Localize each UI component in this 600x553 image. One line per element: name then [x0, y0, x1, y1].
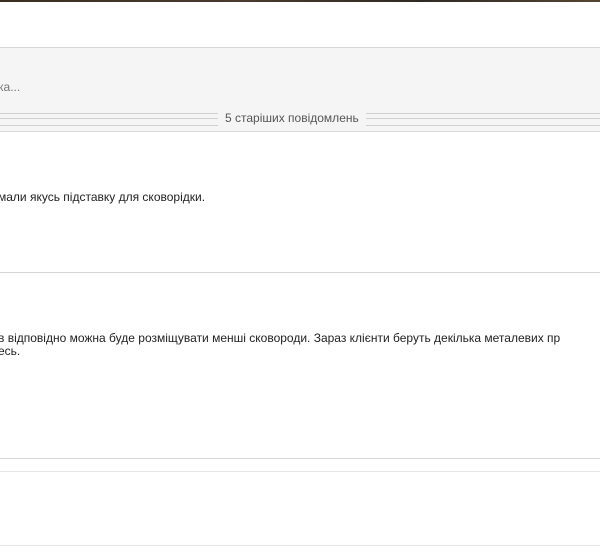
message-body-line: в відповідно можна буде розміщувати менш…: [0, 331, 561, 345]
message-card: мали якусь підставку для сковорідки.: [0, 132, 600, 273]
message-card: [0, 472, 600, 546]
message-body-line: мали якусь підставку для сковорідки.: [0, 190, 206, 204]
message-divider: [0, 459, 600, 472]
older-messages-button[interactable]: 5 старіших повідомлень: [218, 110, 366, 127]
message-body: в відповідно можна буде розміщувати менш…: [0, 332, 560, 358]
message-body: мали якусь підставку для сковорідки.: [0, 191, 205, 204]
thread-header-area: [0, 2, 600, 47]
collapsed-message[interactable]: ка...: [0, 47, 600, 109]
older-messages-bar[interactable]: 5 старіших повідомлень: [0, 107, 600, 132]
message-card: в відповідно можна буде розміщувати менш…: [0, 273, 600, 459]
message-snippet: ка...: [0, 80, 21, 94]
message-body-line: есь.: [0, 344, 21, 358]
